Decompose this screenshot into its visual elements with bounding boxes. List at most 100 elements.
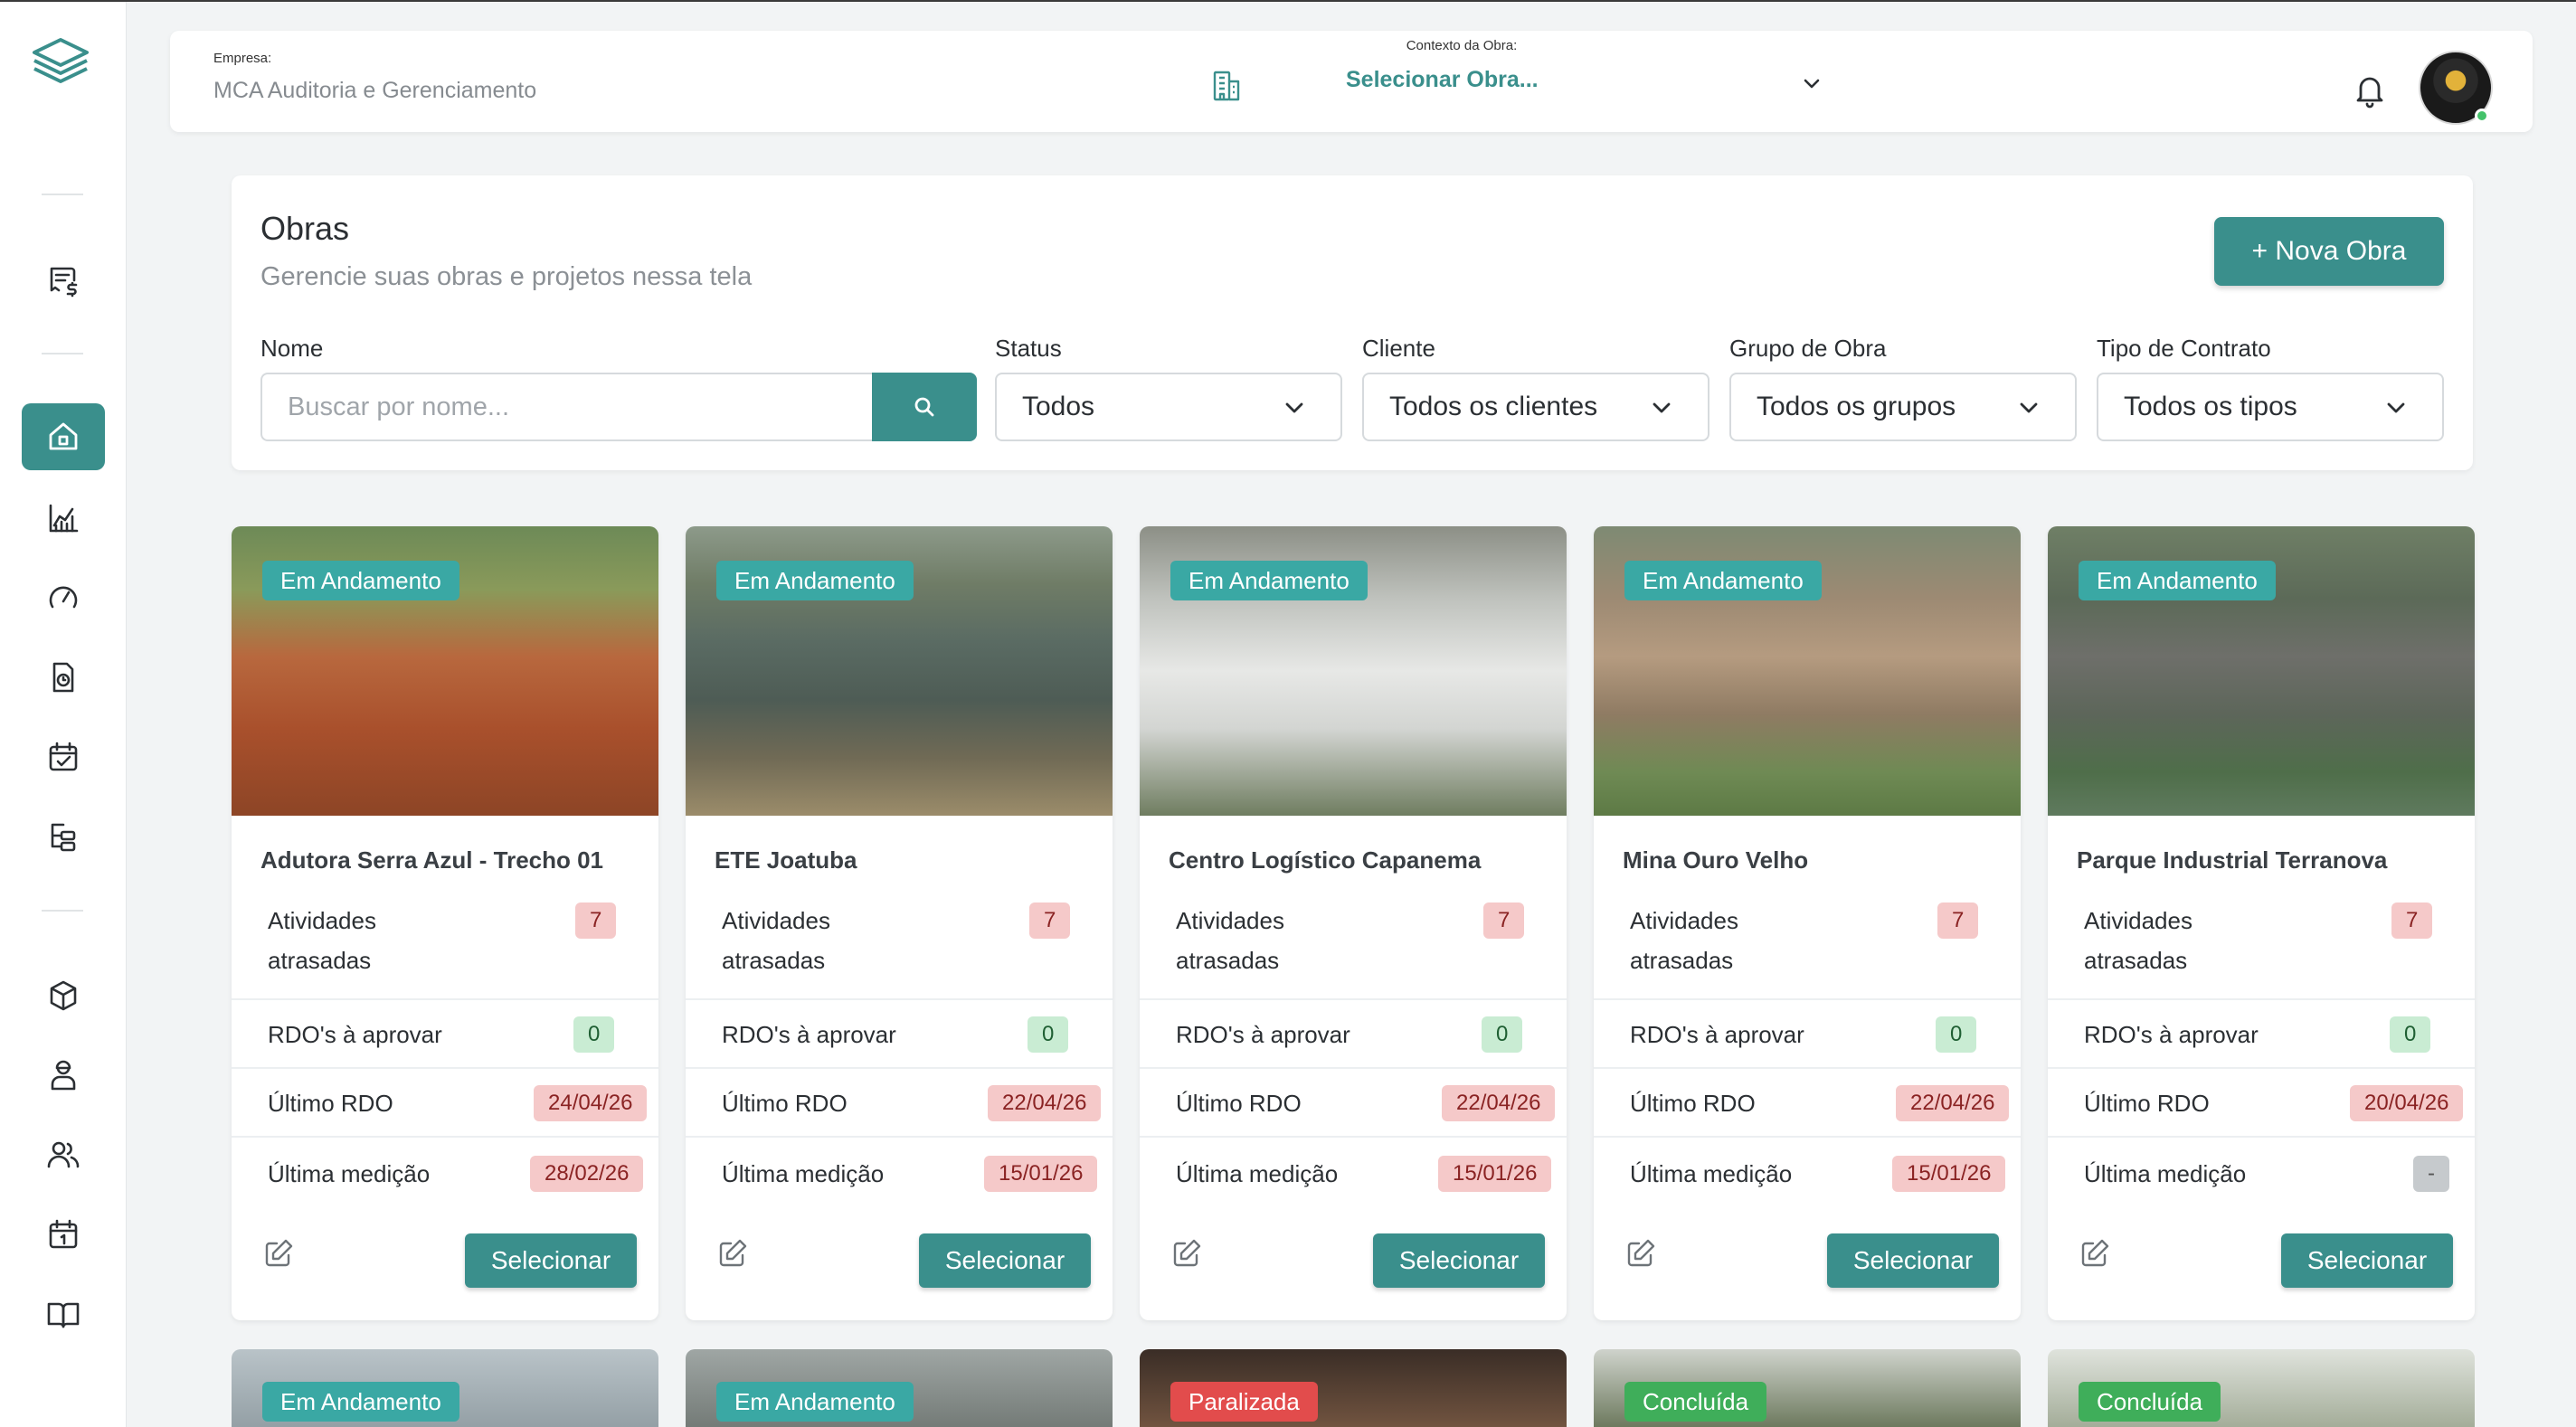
gauge-icon: [49, 586, 78, 609]
obra-title: Mina Ouro Velho: [1623, 846, 1809, 874]
atividades-count-badge: 7: [1483, 903, 1525, 939]
status-badge: Concluída: [2079, 1382, 2221, 1422]
edit-icon[interactable]: [2079, 1237, 2111, 1270]
obra-card[interactable]: Concluída: [1594, 1349, 2021, 1427]
sidebar-divider: [42, 353, 83, 354]
obra-card[interactable]: Em Andamento: [686, 1349, 1113, 1427]
ultima-medicao-row: Última medição -: [2048, 1136, 2475, 1205]
search-input[interactable]: [260, 373, 876, 441]
obra-card[interactable]: Em Andamento Parque Industrial Terranova…: [2048, 526, 2475, 1320]
obra-card[interactable]: Paralizada: [1140, 1349, 1567, 1427]
obra-card[interactable]: Em Andamento Centro Logístico Capanema A…: [1140, 526, 1567, 1320]
sidebar-item-users[interactable]: [22, 1121, 105, 1188]
page-subtitle: Gerencie suas obras e projetos nessa tel…: [260, 262, 753, 291]
contract-select[interactable]: Todos os tipos: [2097, 373, 2444, 441]
rdos-count-badge: 0: [1482, 1016, 1523, 1053]
status-badge: Em Andamento: [2079, 561, 2276, 600]
ultimo-rdo-date-badge: 24/04/26: [534, 1085, 648, 1121]
atividades-label-line2: atrasadas: [1630, 947, 1734, 974]
status-badge: Em Andamento: [716, 1382, 914, 1422]
edit-icon[interactable]: [262, 1237, 295, 1270]
obra-card[interactable]: Em Andamento Mina Ouro Velho Atividades …: [1594, 526, 2021, 1320]
ultima-medicao-label: Última medição: [722, 1160, 885, 1187]
atividades-count-badge: 7: [1937, 903, 1979, 939]
ultimo-rdo-row: Último RDO 24/04/26: [232, 1067, 658, 1136]
atividades-label-line1: Atividades: [268, 907, 376, 934]
new-obra-button[interactable]: + Nova Obra: [2214, 217, 2444, 286]
sidebar-item-calendar[interactable]: [22, 1201, 105, 1268]
rdos-label: RDO's à aprovar: [2084, 1021, 2259, 1048]
ultima-medicao-label: Última medição: [1630, 1160, 1793, 1187]
sidebar-divider: [42, 910, 83, 912]
atividades-row: Atividades atrasadas 7: [1140, 901, 1567, 977]
rdos-label: RDO's à aprovar: [1630, 1021, 1804, 1048]
atividades-row: Atividades atrasadas 7: [2048, 901, 2475, 977]
atividades-label-line2: atrasadas: [2084, 947, 2188, 974]
ultimo-rdo-row: Último RDO 22/04/26: [1594, 1067, 2021, 1136]
top-header: Empresa: MCA Auditoria e Gerenciamento C…: [170, 31, 2533, 132]
sidebar-item-financeiro[interactable]: [22, 248, 105, 315]
search-button[interactable]: [872, 373, 977, 441]
rdos-row: RDO's à aprovar 0: [232, 998, 658, 1067]
ultima-medicao-row: Última medição 28/02/26: [232, 1136, 658, 1205]
obra-card[interactable]: Em Andamento ETE Joatuba Atividades atra…: [686, 526, 1113, 1320]
ultima-medicao-date-badge: 15/01/26: [1438, 1156, 1552, 1192]
chevron-down-icon: [2387, 402, 2405, 413]
sidebar-item-home[interactable]: [22, 403, 105, 470]
chevron-down-icon: [1653, 402, 1671, 413]
status-badge: Em Andamento: [262, 1382, 459, 1422]
obra-card[interactable]: Em Andamento: [232, 1349, 658, 1427]
sidebar-item-materials[interactable]: [22, 962, 105, 1029]
bell-icon[interactable]: [2352, 71, 2388, 110]
ultimo-rdo-date-badge: 22/04/26: [988, 1085, 1102, 1121]
chart-line-icon: [49, 504, 79, 533]
receipt-money-icon: [50, 267, 78, 298]
contract-filter-label: Tipo de Contrato: [2097, 335, 2271, 362]
rdos-label: RDO's à aprovar: [722, 1021, 896, 1048]
edit-icon[interactable]: [1624, 1237, 1657, 1270]
sidebar-item-dashboard[interactable]: [22, 485, 105, 552]
rdos-label: RDO's à aprovar: [1176, 1021, 1350, 1048]
atividades-row: Atividades atrasadas 7: [232, 901, 658, 977]
ultima-medicao-row: Última medição 15/01/26: [686, 1136, 1113, 1205]
app-logo-icon[interactable]: [29, 34, 92, 89]
calendar-icon: [49, 1219, 78, 1249]
chevron-down-icon[interactable]: [1798, 71, 1825, 98]
obra-title: Adutora Serra Azul - Trecho 01: [260, 846, 604, 874]
sidebar-item-structure[interactable]: [22, 803, 105, 870]
group-select[interactable]: Todos os grupos: [1729, 373, 2077, 441]
sidebar-item-workers[interactable]: [22, 1042, 105, 1109]
select-obra-button[interactable]: Selecionar: [919, 1233, 1091, 1288]
home-icon: [49, 422, 78, 450]
rdos-label: RDO's à aprovar: [268, 1021, 442, 1048]
sidebar-item-documents[interactable]: [22, 644, 105, 711]
sidebar-item-schedule[interactable]: [22, 723, 105, 790]
edit-icon[interactable]: [1170, 1237, 1203, 1270]
select-obra-button[interactable]: Selecionar: [1827, 1233, 1999, 1288]
obra-title: Parque Industrial Terranova: [2077, 846, 2388, 874]
select-obra-button[interactable]: Selecionar: [2281, 1233, 2453, 1288]
context-select[interactable]: Selecionar Obra...: [1346, 67, 1539, 93]
rdos-count-badge: 0: [1028, 1016, 1069, 1053]
sidebar-item-performance[interactable]: [22, 564, 105, 631]
client-select[interactable]: Todos os clientes: [1362, 373, 1709, 441]
obra-card[interactable]: Concluída: [2048, 1349, 2475, 1427]
sidebar-item-manual[interactable]: [22, 1281, 105, 1347]
users-icon: [47, 1141, 80, 1168]
status-badge: Em Andamento: [1624, 561, 1822, 600]
obra-title: Centro Logístico Capanema: [1169, 846, 1482, 874]
ultimo-rdo-label: Último RDO: [1176, 1090, 1302, 1117]
status-select[interactable]: Todos: [995, 373, 1342, 441]
ultimo-rdo-row: Último RDO 22/04/26: [1140, 1067, 1567, 1136]
select-obra-button[interactable]: Selecionar: [1373, 1233, 1545, 1288]
atividades-row: Atividades atrasadas 7: [686, 901, 1113, 977]
ultima-medicao-row: Última medição 15/01/26: [1594, 1136, 2021, 1205]
obra-card[interactable]: Em Andamento Adutora Serra Azul - Trecho…: [232, 526, 658, 1320]
obra-title: ETE Joatuba: [715, 846, 857, 874]
ultima-medicao-date-badge: 15/01/26: [984, 1156, 1098, 1192]
edit-icon[interactable]: [716, 1237, 749, 1270]
select-obra-button[interactable]: Selecionar: [465, 1233, 637, 1288]
document-clock-icon: [52, 662, 74, 693]
ultima-medicao-label: Última medição: [2084, 1160, 2247, 1187]
status-badge: Paralizada: [1170, 1382, 1318, 1422]
